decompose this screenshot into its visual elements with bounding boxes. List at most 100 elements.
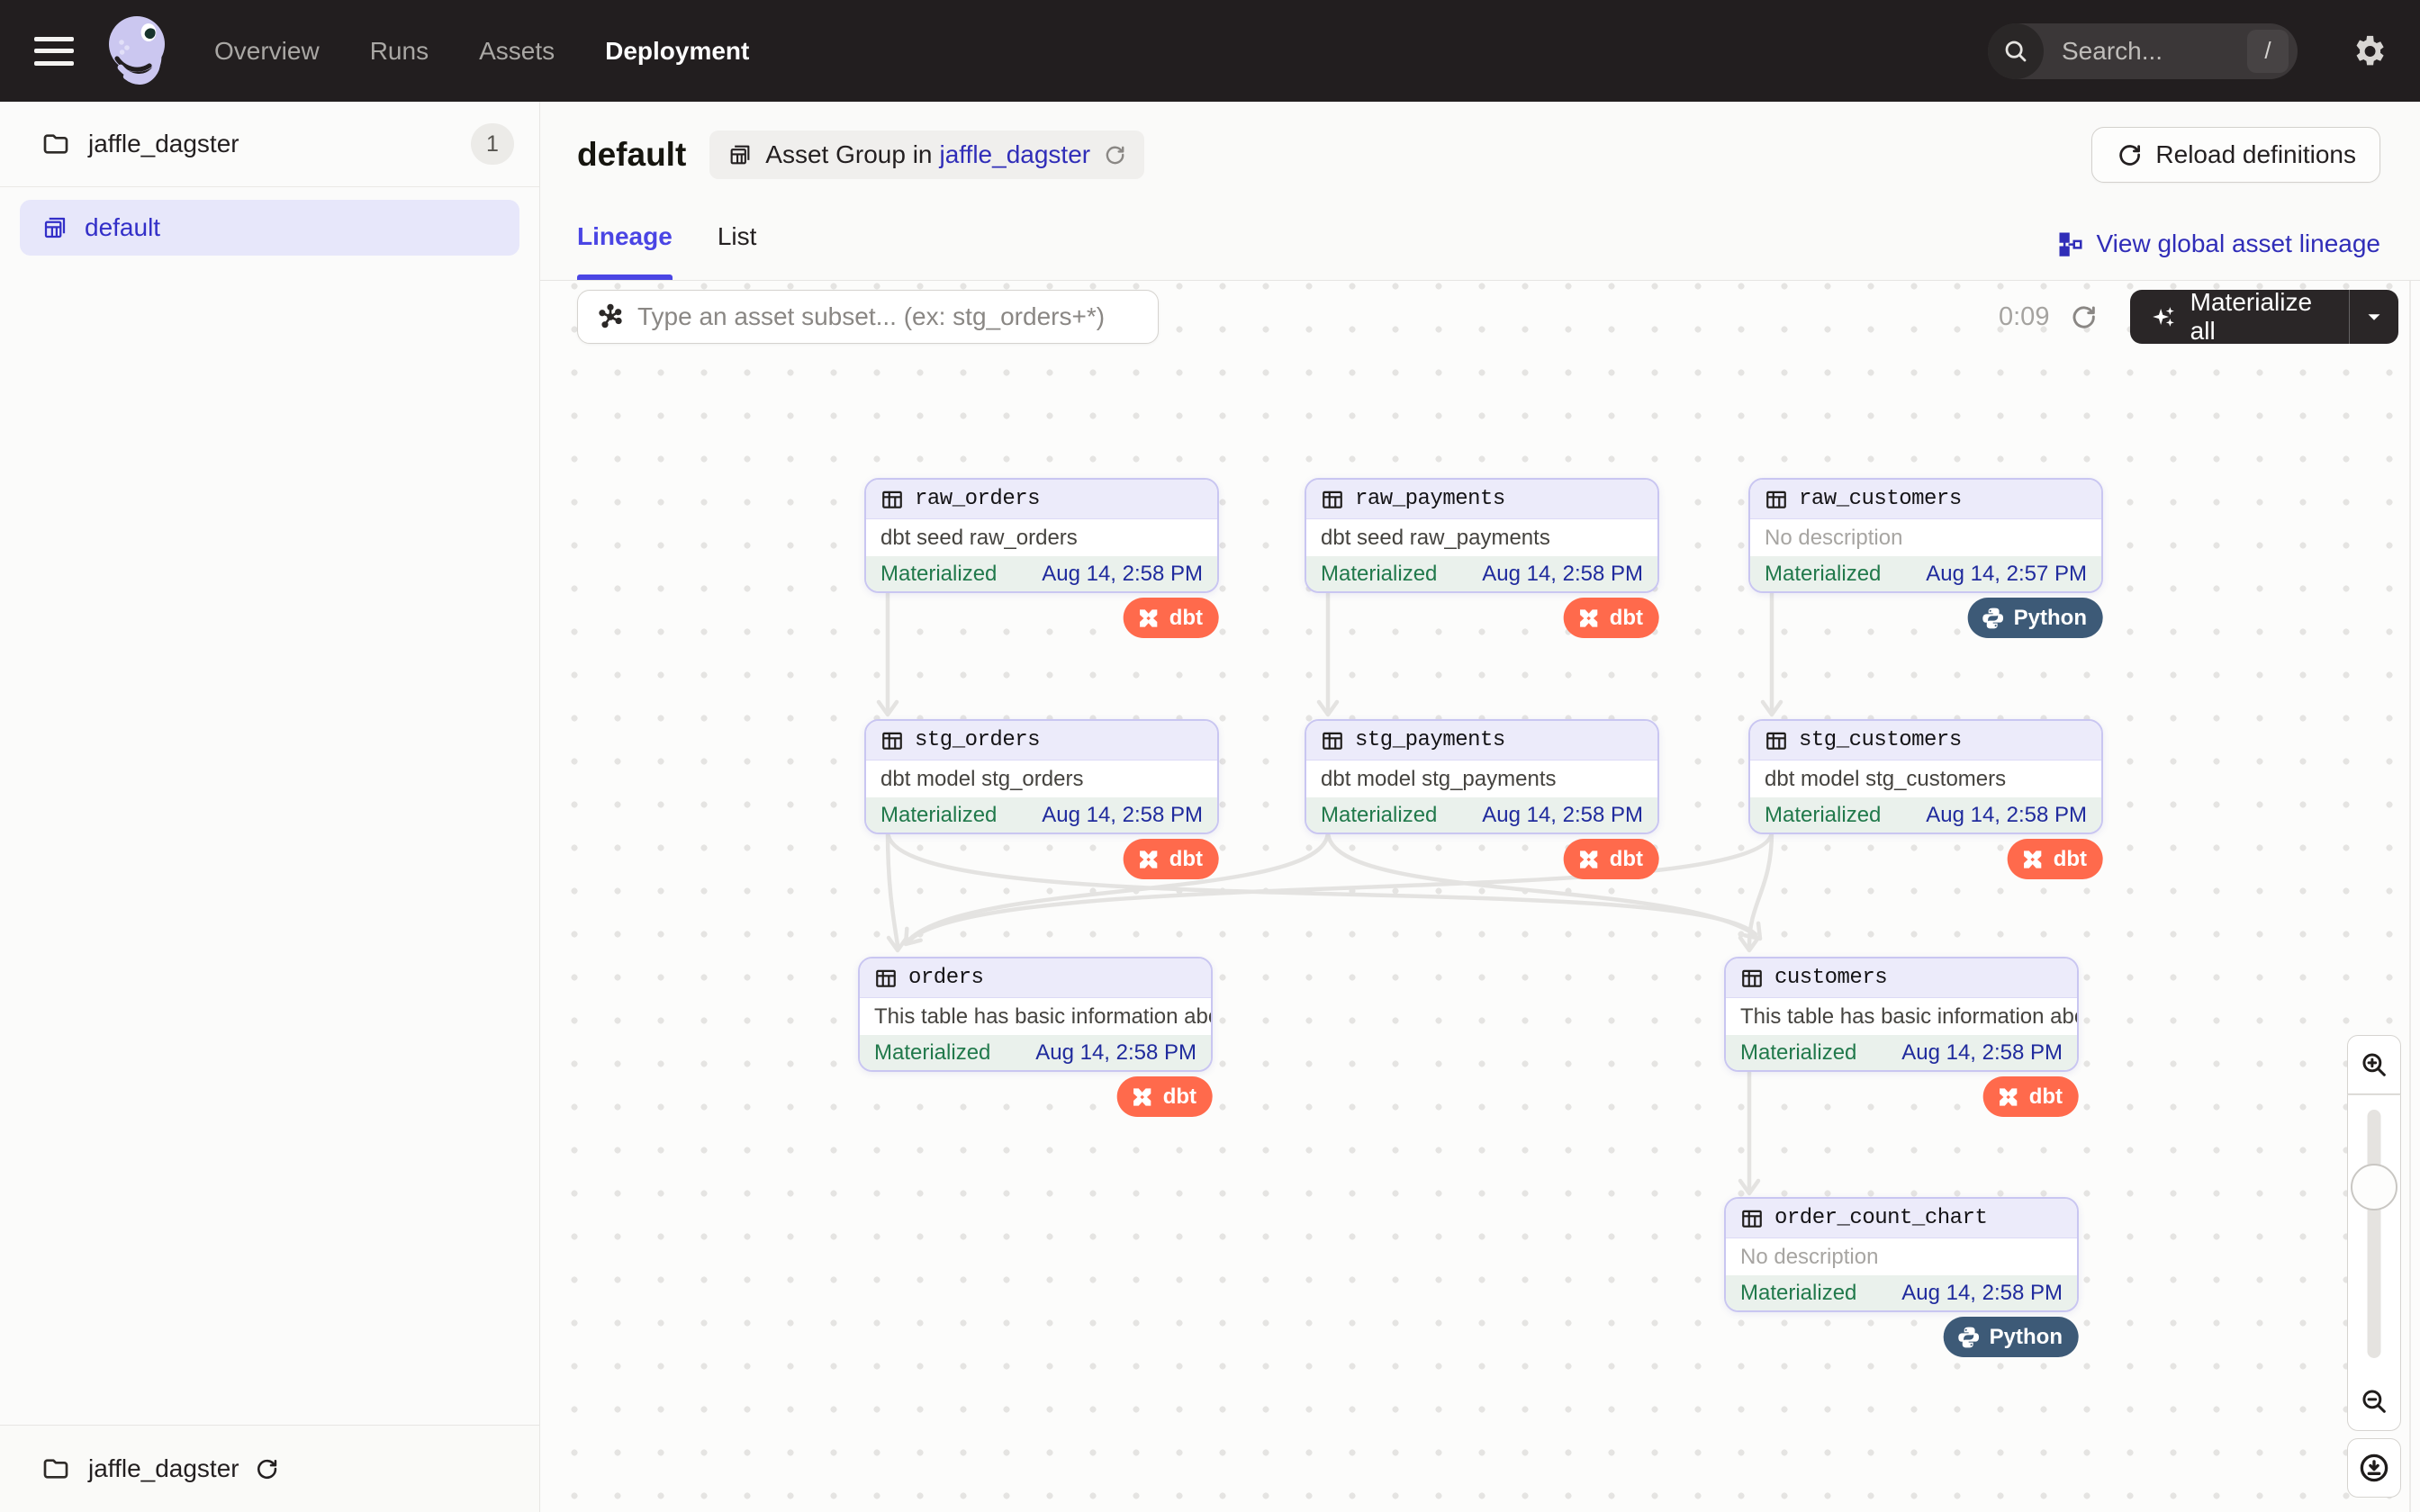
lineage-graph-icon [2057, 230, 2084, 257]
asset-node-order_count_chart[interactable]: order_count_chart No description Materia… [1724, 1197, 2079, 1312]
dbt-badge: dbt [2008, 839, 2103, 879]
dagster-logo-icon[interactable] [103, 12, 175, 91]
materialized-timestamp[interactable]: Aug 14, 2:58 PM [1042, 562, 1203, 587]
asset-group-pill-text: Asset Group in [765, 140, 932, 169]
compute-kind-label: dbt [2054, 847, 2087, 872]
sidebar-footer: jaffle_dagster [0, 1425, 539, 1512]
asset-group-pill: Asset Group in jaffle_dagster [709, 130, 1144, 179]
materialized-timestamp[interactable]: Aug 14, 2:58 PM [1042, 803, 1203, 828]
folder-icon [41, 130, 70, 158]
center-view-icon [2357, 1451, 2391, 1485]
table-icon [1765, 729, 1788, 752]
settings-gear-icon[interactable] [2350, 32, 2388, 70]
asset-node-description: dbt seed raw_orders [866, 519, 1217, 556]
materialized-timestamp[interactable]: Aug 14, 2:58 PM [1901, 1040, 2063, 1066]
view-global-asset-lineage-link[interactable]: View global asset lineage [2057, 230, 2380, 258]
compute-kind-label: dbt [2029, 1084, 2063, 1110]
reload-icon [2116, 141, 2143, 168]
table-icon [1321, 729, 1344, 752]
asset-node-raw_customers[interactable]: raw_customers No description Materialize… [1748, 478, 2103, 593]
compute-kind-label: dbt [1610, 847, 1643, 872]
tab-list[interactable]: List [718, 222, 757, 280]
materialized-status: Materialized [1740, 1281, 1856, 1306]
compute-kind-label: dbt [1169, 847, 1203, 872]
chevron-down-icon [2362, 305, 2386, 328]
hamburger-menu-icon[interactable] [34, 37, 74, 66]
reload-definitions-label: Reload definitions [2155, 140, 2356, 169]
zoom-slider-track[interactable] [2368, 1110, 2381, 1358]
zoom-slider-knob[interactable] [2351, 1164, 2397, 1210]
table-icon [1740, 967, 1764, 990]
asset-node-description: This table has basic information about .… [860, 998, 1211, 1035]
refresh-icon[interactable] [254, 1456, 279, 1481]
dbt-logo-icon [2020, 847, 2045, 872]
asset-node-header: stg_orders [866, 721, 1217, 760]
nav-deployment[interactable]: Deployment [605, 37, 749, 66]
materialized-timestamp[interactable]: Aug 14, 2:58 PM [1901, 1281, 2063, 1306]
materialized-timestamp[interactable]: Aug 14, 2:58 PM [1035, 1040, 1196, 1066]
asset-node-stg_payments[interactable]: stg_payments dbt model stg_payments Mate… [1305, 719, 1659, 834]
materialize-all-button[interactable]: Materialize all [2130, 290, 2398, 344]
refresh-icon[interactable] [2069, 302, 2098, 331]
materialized-timestamp[interactable]: Aug 14, 2:57 PM [1926, 562, 2087, 587]
asset-node-name: stg_customers [1799, 728, 1962, 752]
zoom-in-button[interactable] [2347, 1035, 2401, 1094]
asset-node-name: customers [1774, 966, 1887, 990]
materialized-status: Materialized [1321, 562, 1437, 587]
recenter-view-button[interactable] [2347, 1438, 2401, 1498]
sidebar-repo-row[interactable]: jaffle_dagster 1 [0, 102, 539, 187]
python-logo-icon [1956, 1325, 1982, 1350]
asset-node-raw_payments[interactable]: raw_payments dbt seed raw_payments Mater… [1305, 478, 1659, 593]
compute-kind-label: dbt [1169, 606, 1203, 631]
materialized-timestamp[interactable]: Aug 14, 2:58 PM [1926, 803, 2087, 828]
asset-node-header: raw_orders [866, 480, 1217, 519]
global-search-input[interactable]: Search... / [1988, 23, 2298, 79]
zoom-out-button[interactable] [2347, 1372, 2401, 1431]
compute-kind-label: Python [1990, 1325, 2063, 1350]
asset-node-stg_orders[interactable]: stg_orders dbt model stg_orders Material… [864, 719, 1219, 834]
nav-overview[interactable]: Overview [214, 37, 320, 66]
compute-kind-label: dbt [1610, 606, 1643, 631]
asset-node-footer: Materialized Aug 14, 2:58 PM [866, 556, 1217, 591]
asset-node-stg_customers[interactable]: stg_customers dbt model stg_customers Ma… [1748, 719, 2103, 834]
dbt-logo-icon [1996, 1084, 2021, 1110]
lineage-edges [540, 281, 2420, 1512]
zoom-in-icon [2359, 1049, 2389, 1080]
dbt-logo-icon [1576, 606, 1602, 631]
materialized-timestamp[interactable]: Aug 14, 2:58 PM [1482, 803, 1643, 828]
nav-runs[interactable]: Runs [370, 37, 429, 66]
zoom-slider[interactable] [2347, 1094, 2401, 1372]
asset-node-footer: Materialized Aug 14, 2:58 PM [860, 1035, 1211, 1070]
materialized-timestamp[interactable]: Aug 14, 2:58 PM [1482, 562, 1643, 587]
zoom-out-icon [2359, 1386, 2389, 1417]
sidebar-repo-label: jaffle_dagster [88, 130, 471, 158]
sidebar-item-default-group[interactable]: default [20, 200, 519, 256]
asset-node-name: raw_payments [1355, 487, 1505, 511]
tab-bar: Lineage List [577, 222, 756, 280]
materialize-dropdown-button[interactable] [2350, 305, 2398, 328]
nav-assets[interactable]: Assets [479, 37, 555, 66]
asset-node-description: dbt seed raw_payments [1306, 519, 1657, 556]
asset-subset-filter-input[interactable]: Type an asset subset... (ex: stg_orders+… [577, 290, 1159, 344]
dbt-logo-icon [1136, 847, 1161, 872]
repo-link[interactable]: jaffle_dagster [939, 140, 1090, 169]
scrollbar-gutter[interactable] [2409, 281, 2411, 1512]
asset-node-footer: Materialized Aug 14, 2:58 PM [1726, 1035, 2077, 1070]
asset-group-icon [727, 142, 753, 167]
asset-node-footer: Materialized Aug 14, 2:58 PM [866, 797, 1217, 832]
asset-node-customers[interactable]: customers This table has basic informati… [1724, 957, 2079, 1072]
lineage-graph-canvas[interactable]: Type an asset subset... (ex: stg_orders+… [540, 281, 2420, 1512]
refresh-icon[interactable] [1103, 143, 1126, 166]
asset-node-name: raw_orders [915, 487, 1040, 511]
dbt-badge: dbt [1564, 839, 1659, 879]
table-icon [1740, 1207, 1764, 1230]
reload-definitions-button[interactable]: Reload definitions [2091, 127, 2380, 183]
asset-node-orders[interactable]: orders This table has basic information … [858, 957, 1213, 1072]
asset-node-raw_orders[interactable]: raw_orders dbt seed raw_orders Materiali… [864, 478, 1219, 593]
sparkles-icon [2150, 302, 2178, 332]
tab-lineage[interactable]: Lineage [577, 222, 673, 280]
python-logo-icon [1981, 606, 2006, 631]
dbt-logo-icon [1136, 606, 1161, 631]
sidebar-repo-count-badge: 1 [471, 123, 514, 165]
view-global-asset-lineage-label: View global asset lineage [2097, 230, 2380, 258]
